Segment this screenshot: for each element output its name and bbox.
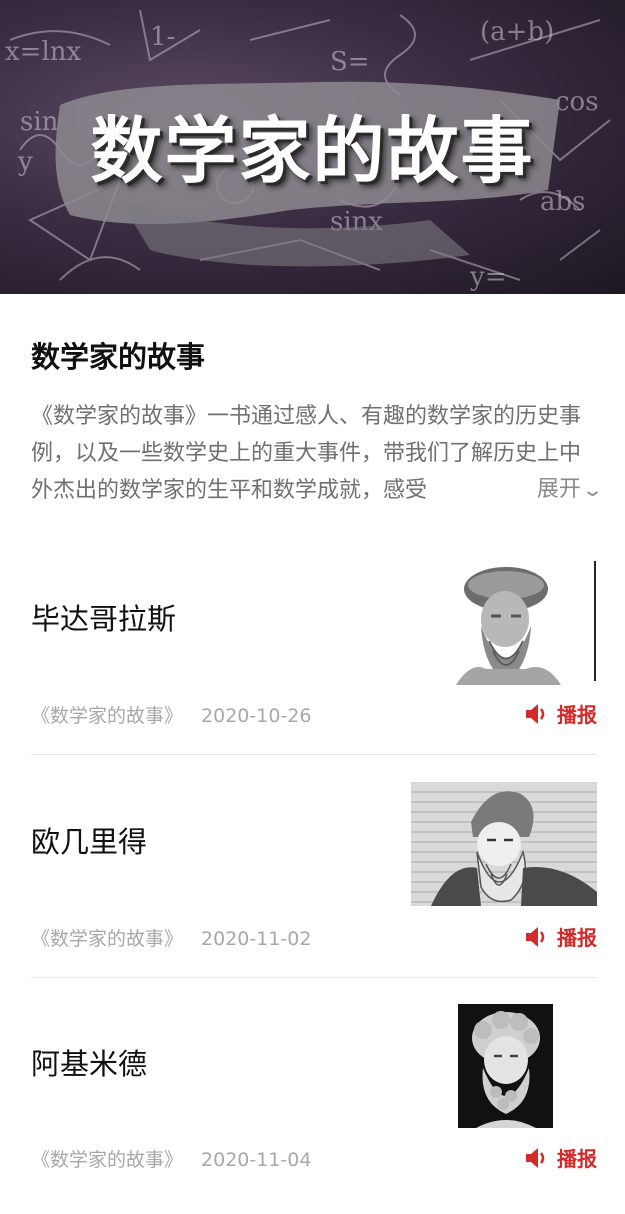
- speaker-icon: [526, 926, 545, 947]
- article-source: 《数学家的故事》: [31, 928, 184, 950]
- expand-label: 展开: [536, 477, 581, 502]
- article-title: 毕达哥拉斯: [31, 602, 177, 636]
- article-date: 2020-11-04: [201, 1149, 312, 1171]
- speaker-icon: [526, 703, 545, 724]
- chevron-down-icon: ⌄: [581, 480, 604, 501]
- hero-banner: x=lnx sin y S= (a+b) cos abs sinx y= 1- …: [0, 0, 625, 294]
- svg-text:y=: y=: [469, 262, 506, 292]
- report-label: 播报: [557, 703, 597, 727]
- pythagoras-bust-image: [411, 561, 597, 685]
- article-source: 《数学家的故事》: [31, 1149, 184, 1171]
- divider: [31, 754, 597, 755]
- report-button[interactable]: 播报: [525, 699, 597, 728]
- article-date: 2020-11-02: [201, 928, 312, 950]
- article-meta: 《数学家的故事》 2020-10-26: [31, 701, 311, 728]
- hero-title: 数学家的故事: [90, 109, 535, 193]
- svg-text:S=: S=: [330, 47, 370, 77]
- article-item[interactable]: 毕达哥拉斯 《数学家的故事》 2020-10-26 播报: [31, 561, 597, 771]
- divider: [31, 977, 597, 978]
- expand-button[interactable]: 展开⌄: [470, 475, 604, 509]
- archimedes-bust-image: [411, 1004, 597, 1128]
- speaker-icon: [526, 1147, 545, 1168]
- article-item[interactable]: 阿基米德 《数学家的故事》 2020-11-04 播报: [31, 1004, 597, 1214]
- euclid-engraving-image: [411, 782, 597, 906]
- article-source: 《数学家的故事》: [31, 705, 184, 727]
- article-thumbnail: [411, 782, 597, 906]
- svg-text:(a+b): (a+b): [480, 17, 554, 47]
- article-title: 欧几里得: [31, 825, 148, 859]
- report-button[interactable]: 播报: [525, 922, 597, 951]
- article-thumbnail: [411, 1004, 597, 1128]
- report-button[interactable]: 播报: [525, 1143, 597, 1172]
- report-label: 播报: [557, 1147, 597, 1171]
- article-date: 2020-10-26: [201, 705, 312, 727]
- article-item[interactable]: 欧几里得 《数学家的故事》 2020-11-02 播报: [31, 782, 597, 992]
- article-title: 阿基米德: [31, 1047, 148, 1081]
- article-meta: 《数学家的故事》 2020-11-02: [31, 924, 311, 951]
- svg-text:x=lnx: x=lnx: [5, 37, 82, 67]
- article-thumbnail: [411, 561, 597, 685]
- book-title: 数学家的故事: [31, 340, 206, 374]
- article-meta: 《数学家的故事》 2020-11-04: [31, 1145, 311, 1172]
- svg-text:1-: 1-: [150, 22, 175, 52]
- report-label: 播报: [557, 926, 597, 950]
